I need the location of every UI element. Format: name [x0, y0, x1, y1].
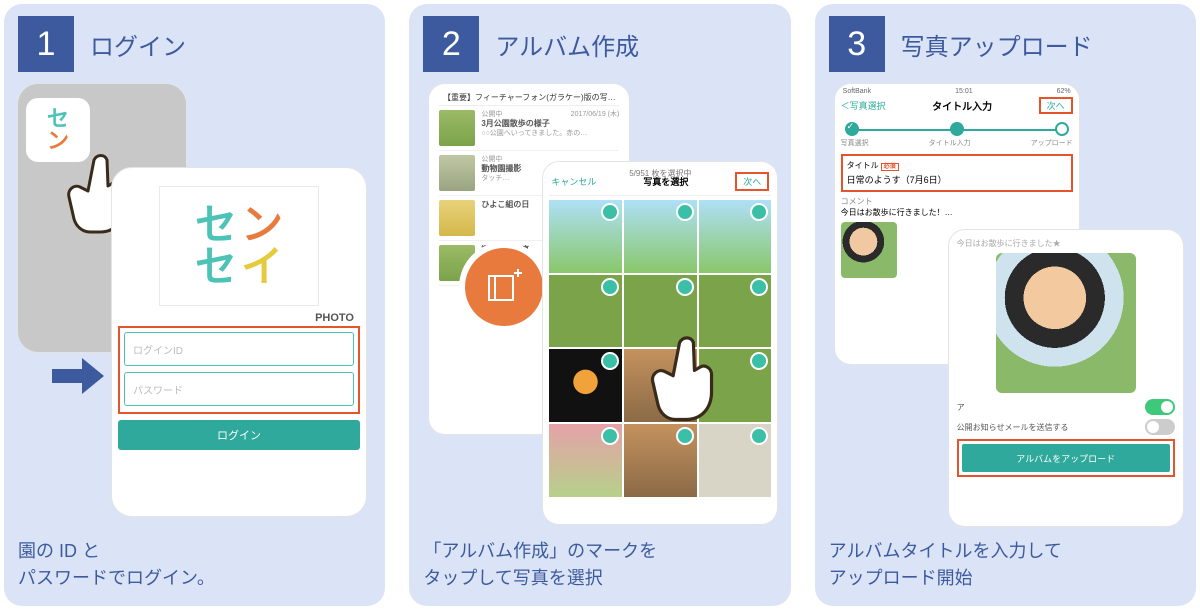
selection-counter: 5/951 枚を選択中 — [543, 168, 777, 179]
photo-cell[interactable] — [549, 349, 622, 422]
arrow-icon — [52, 358, 104, 394]
title-input[interactable]: 日常のようす（7月6日） — [847, 171, 1067, 186]
app-logo: セン セイ — [159, 186, 319, 306]
photo-cell[interactable] — [549, 275, 622, 348]
phone-login: セン セイ PHOTO ログインID パスワード ログイン — [112, 168, 366, 516]
step-labels: 写真選択タイトル入力アップロード — [841, 138, 1073, 154]
login-button[interactable]: ログイン — [118, 420, 360, 450]
preview-header: 今日はお散歩に行きました★ — [957, 238, 1175, 249]
comment-input[interactable]: 今日はお散歩に行きました！… — [841, 207, 1073, 218]
title-navbar: ＜写真選択 タイトル入力 次へ — [841, 97, 1073, 114]
feed-item[interactable]: 公開中 2017/06/19 (木)3月公園散歩の様子○○公園へいってきました。… — [439, 106, 619, 151]
step-dot-done — [845, 122, 859, 136]
photo-cell[interactable] — [549, 424, 622, 497]
phone-upload: 今日はお散歩に行きました★ ア 公開お知らせメールを送信する アルバムをアップロ… — [949, 230, 1183, 526]
step-dot-current — [950, 122, 964, 136]
login-id-input[interactable]: ログインID — [124, 332, 354, 366]
photo-cell[interactable] — [624, 424, 697, 497]
comment-label: コメント — [841, 196, 1073, 207]
illustration-stage: 【重要】フィーチャーフォン(ガラケー)版の写… 公開中 2017/06/19 (… — [423, 78, 776, 530]
step-header: 1 ログイン — [18, 16, 371, 72]
step-card-2: 2 アルバム作成 【重要】フィーチャーフォン(ガラケー)版の写… 公開中 201… — [409, 4, 790, 606]
step-caption: アルバムタイトルを入力して アップロード開始 — [829, 538, 1182, 592]
step-title: 写真アップロード — [901, 27, 1093, 62]
feed-header: 【重要】フィーチャーフォン(ガラケー)版の写… — [439, 90, 619, 106]
step-number: 1 — [18, 16, 74, 72]
illustration-stage: SoftBank15:0162% ＜写真選択 タイトル入力 次へ 写真選択タイト… — [829, 78, 1182, 530]
create-album-badge[interactable] — [465, 248, 543, 326]
toggle-switch[interactable] — [1145, 419, 1175, 435]
album-plus-icon — [484, 267, 524, 307]
back-button[interactable]: ＜写真選択 — [841, 99, 886, 112]
password-input[interactable]: パスワード — [124, 372, 354, 406]
step-card-1: 1 ログイン セン セン セイ PHOTO ログインID パスワード ログイン … — [4, 4, 385, 606]
title-label: タイトル — [847, 161, 879, 170]
step-number: 2 — [423, 16, 479, 72]
step-number: 3 — [829, 16, 885, 72]
tap-hand-icon — [649, 332, 725, 428]
toggle-row: ア — [957, 399, 1175, 415]
photo-preview — [996, 253, 1136, 393]
illustration-stage: セン セン セイ PHOTO ログインID パスワード ログイン — [18, 78, 371, 530]
step-dot-pending — [1055, 122, 1069, 136]
photo-cell[interactable] — [549, 200, 622, 273]
photo-thumbnail — [841, 222, 897, 278]
toggle-row: 公開お知らせメールを送信する — [957, 419, 1175, 435]
step-header: 2 アルバム作成 — [423, 16, 776, 72]
title-field-highlight: タイトル必須 日常のようす（7月6日） — [841, 154, 1073, 192]
next-button[interactable]: 次へ — [1039, 97, 1073, 114]
photo-cell[interactable] — [699, 424, 772, 497]
progress-stepper — [845, 122, 1069, 136]
brand-sublabel: PHOTO — [124, 312, 354, 324]
upload-button[interactable]: アルバムをアップロード — [962, 444, 1170, 472]
required-badge: 必須 — [881, 163, 899, 171]
step-caption: 「アルバム作成」のマークを タップして写真を選択 — [423, 538, 776, 592]
photo-cell[interactable] — [699, 200, 772, 273]
step-header: 3 写真アップロード — [829, 16, 1182, 72]
step-card-3: 3 写真アップロード SoftBank15:0162% ＜写真選択 タイトル入力… — [815, 4, 1196, 606]
photo-cell[interactable] — [624, 200, 697, 273]
login-form-highlight: ログインID パスワード — [118, 326, 360, 414]
step-title: アルバム作成 — [495, 27, 639, 62]
toggle-switch[interactable] — [1145, 399, 1175, 415]
step-title: ログイン — [90, 27, 186, 62]
status-bar: SoftBank15:0162% — [841, 88, 1073, 95]
step-caption: 園の ID と パスワードでログイン。 — [18, 538, 371, 592]
nav-title: タイトル入力 — [932, 98, 992, 113]
upload-highlight: アルバムをアップロード — [957, 439, 1175, 477]
